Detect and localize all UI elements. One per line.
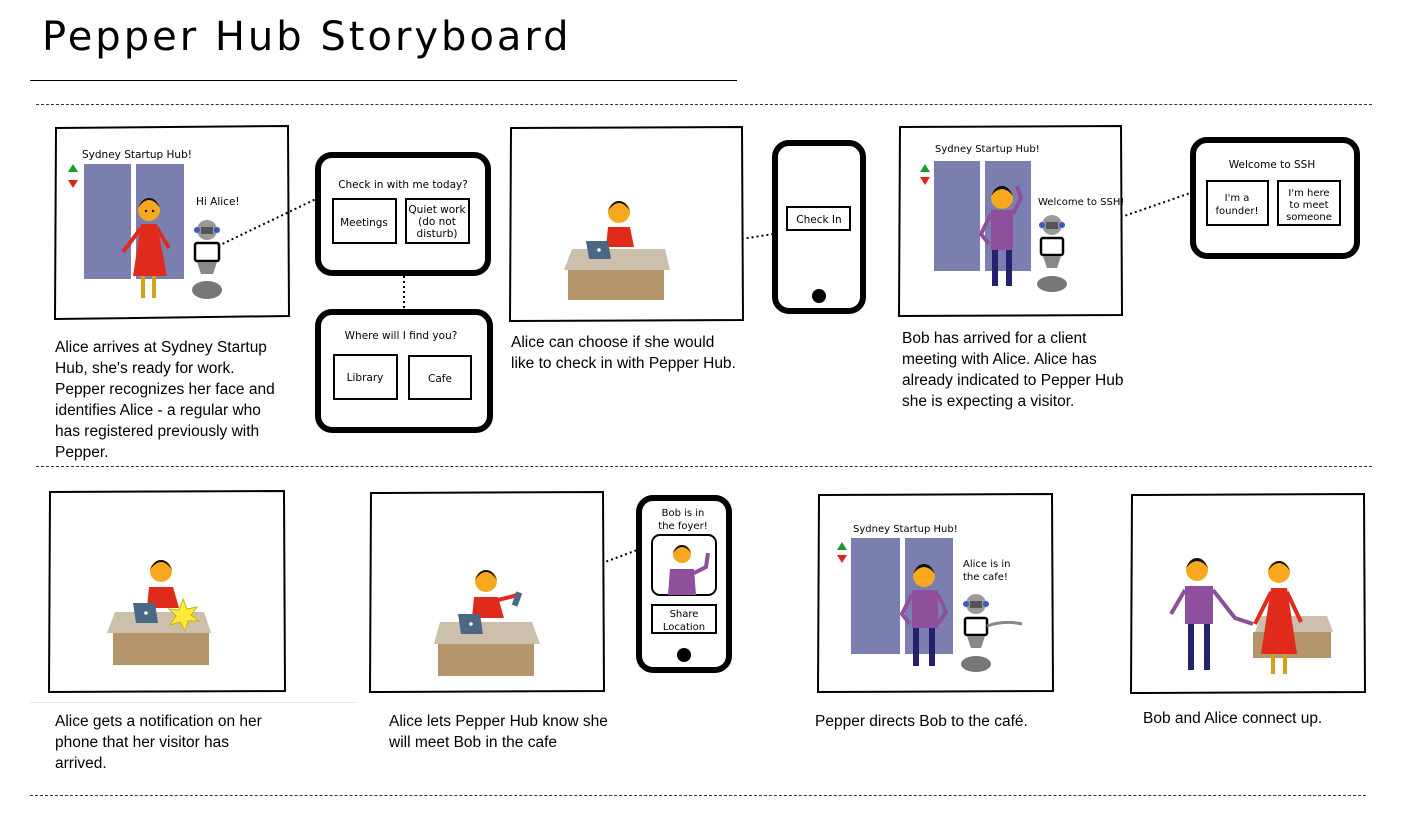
phone-1: Check In: [772, 140, 866, 314]
panel-6-bubble-1: Alice is in: [963, 559, 1011, 570]
tablet-3-prompt: Welcome to SSH: [1229, 159, 1315, 171]
founder-label-1: I'm a: [1225, 193, 1250, 204]
cafe-button-label: Cafe: [428, 373, 452, 385]
meet-label-1: I'm here: [1288, 188, 1329, 199]
tablet-2: Where will I find you? Library Cafe: [315, 309, 493, 433]
panel-4-caption: Alice gets a notification on her phone t…: [55, 713, 262, 772]
meetings-button[interactable]: Meetings: [332, 198, 397, 244]
pepper-robot: [1037, 215, 1067, 292]
meet-someone-button[interactable]: I'm here to meet someone: [1277, 180, 1341, 226]
panel-4-frame: [47, 489, 287, 694]
meet-label-2: to meet: [1289, 200, 1328, 211]
share-location-label-1: Share: [670, 609, 699, 620]
check-in-button[interactable]: Check In: [786, 206, 851, 231]
bob-photo: [651, 534, 717, 596]
library-button-label: Library: [347, 372, 384, 384]
phone-2-home-button: [677, 648, 691, 662]
meet-label-3: someone: [1286, 212, 1332, 223]
meetings-button-label: Meetings: [340, 217, 388, 229]
tablet-1-prompt: Check in with me today?: [338, 179, 468, 191]
founder-button[interactable]: I'm a founder!: [1206, 180, 1269, 226]
cafe-button[interactable]: Cafe: [408, 355, 472, 400]
quiet-work-button[interactable]: Quiet work (do not disturb): [405, 198, 470, 244]
founder-label-2: founder!: [1216, 206, 1259, 217]
panel-6-frame: Sydney Startup Hub! Alice is in the cafe…: [816, 492, 1055, 694]
panel-3-caption: Bob has arrived for a client meeting wit…: [902, 330, 1124, 410]
share-location-button[interactable]: Share Location: [651, 604, 717, 634]
panel-2-frame: [508, 125, 745, 323]
desk-top: [564, 249, 670, 270]
quiet-work-label-3: disturb): [417, 228, 458, 240]
panel-3-frame: Sydney Startup Hub! Welcome to SSH!: [897, 124, 1124, 318]
tablet-1: Check in with me today? Meetings Quiet w…: [315, 152, 491, 276]
panel-6-sign: Sydney Startup Hub!: [853, 524, 958, 535]
panel-3-sign: Sydney Startup Hub!: [935, 144, 1040, 155]
phone-1-home-button: [812, 289, 826, 303]
panel-7-frame: [1129, 492, 1367, 695]
panel-6-caption: Pepper directs Bob to the café.: [815, 713, 1028, 730]
library-button[interactable]: Library: [333, 354, 398, 400]
check-in-label: Check In: [796, 214, 841, 226]
panel-4-shadow: [30, 702, 356, 703]
tablet-2-prompt: Where will I find you?: [345, 330, 458, 342]
phone-2-message-1: Bob is in: [662, 508, 705, 519]
panel-2-caption: Alice can choose if she would like to ch…: [511, 334, 736, 372]
phone-2: Bob is in the foyer! Share Location: [636, 495, 732, 673]
share-location-label-2: Location: [663, 622, 705, 633]
desk-front: [568, 270, 664, 300]
panel-6-bubble-2: the cafe!: [963, 572, 1008, 583]
quiet-work-label-2: (do not: [418, 216, 456, 228]
panel-5-frame: [368, 490, 606, 694]
panel-3-greeting: Welcome to SSH!: [1038, 197, 1124, 208]
panel-5-caption: Alice lets Pepper Hub know she will meet…: [389, 713, 608, 751]
quiet-work-label-1: Quiet work: [408, 204, 466, 216]
tablet-3: Welcome to SSH I'm a founder! I'm here t…: [1190, 137, 1360, 259]
panel-7-caption: Bob and Alice connect up.: [1143, 710, 1323, 727]
phone-2-message-2: the foyer!: [658, 521, 707, 532]
